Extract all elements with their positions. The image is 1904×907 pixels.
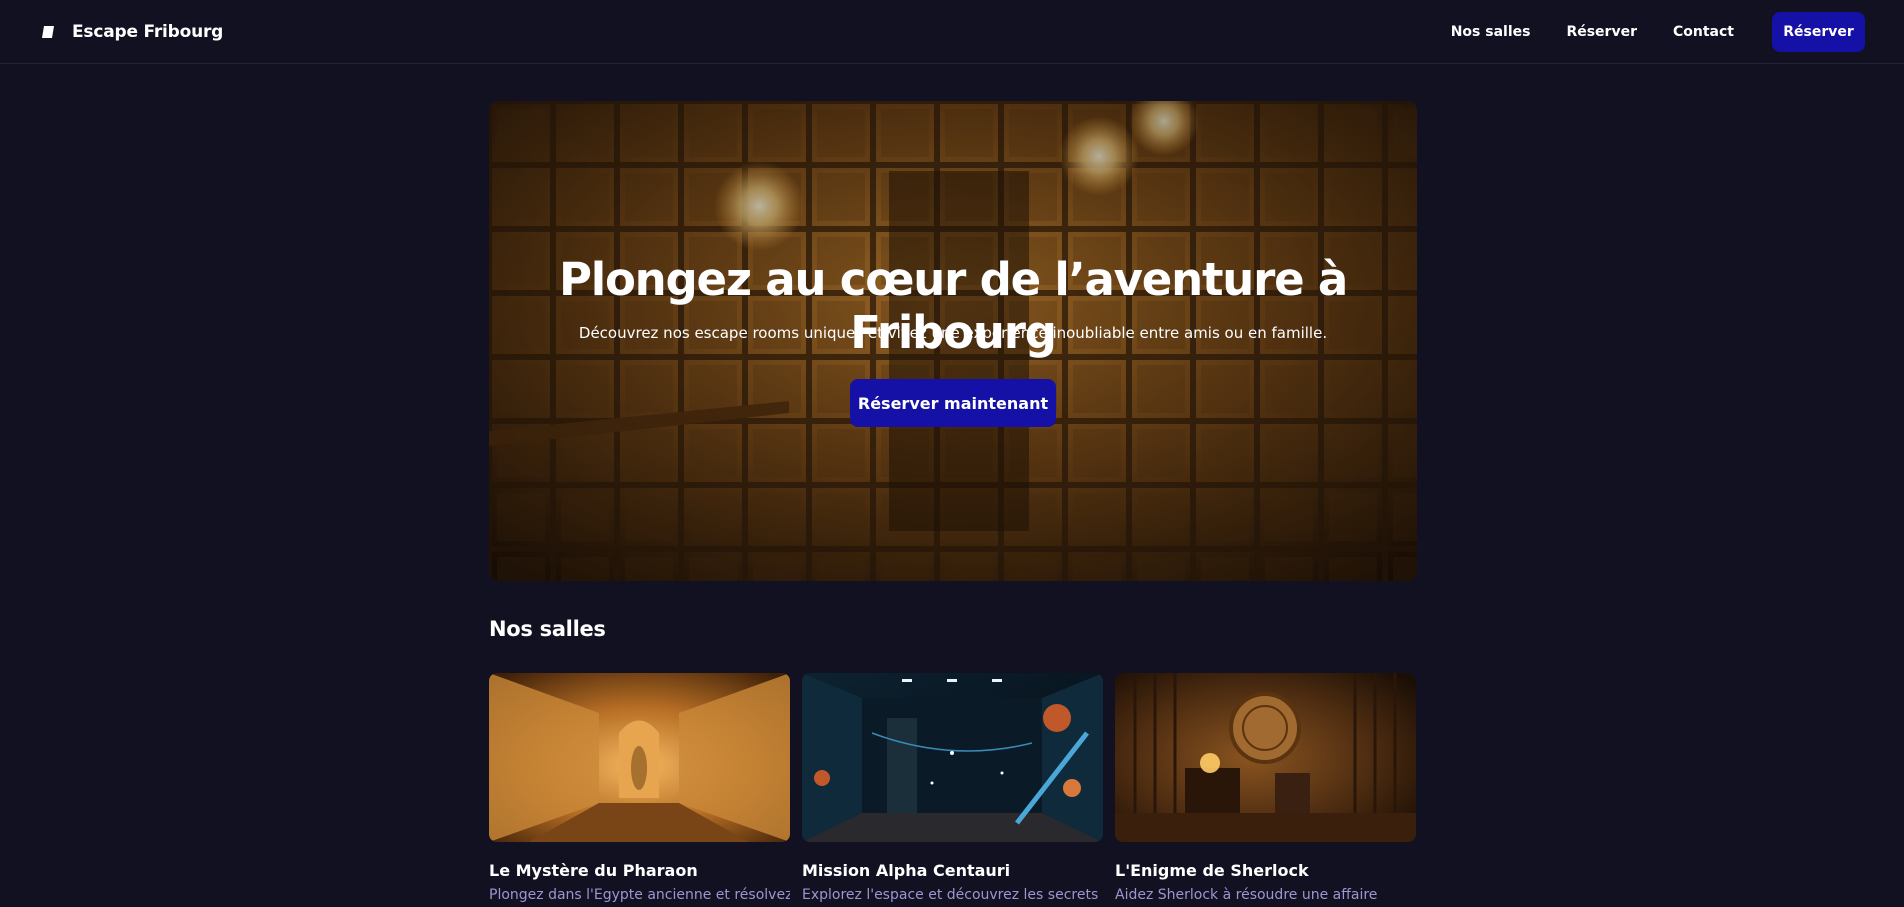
- room-title: Le Mystère du Pharaon: [489, 861, 698, 880]
- main-nav: Nos salles Réserver Contact Réserver: [1415, 11, 1865, 52]
- room-card-sherlock[interactable]: L'Enigme de Sherlock Aidez Sherlock à ré…: [1115, 673, 1416, 903]
- room-description: Plongez dans l'Egypte ancienne et résolv…: [489, 887, 790, 903]
- nav-link-nos-salles[interactable]: Nos salles: [1451, 24, 1531, 40]
- room-description: Aidez Sherlock à résoudre une affaire: [1115, 887, 1378, 903]
- nav-link-contact[interactable]: Contact: [1673, 24, 1734, 40]
- room-card-pharaon[interactable]: Le Mystère du Pharaon Plongez dans l'Egy…: [489, 673, 790, 903]
- room-image-alpha-centauri: [802, 673, 1103, 842]
- hero-title: Plongez au cœur de l’aventure à Fribourg: [558, 253, 1348, 359]
- brand-logo-icon: [42, 25, 54, 38]
- nav-link-reserver[interactable]: Réserver: [1566, 24, 1637, 40]
- room-image-sherlock: [1115, 673, 1416, 842]
- site-header: Escape Fribourg Nos salles Réserver Cont…: [0, 0, 1904, 64]
- brand-name: Escape Fribourg: [72, 21, 224, 42]
- room-title: Mission Alpha Centauri: [802, 861, 1011, 880]
- hero-subtitle: Découvrez nos escape rooms uniques et vi…: [578, 324, 1328, 342]
- hero-banner: Plongez au cœur de l’aventure à Fribourg…: [489, 101, 1417, 581]
- room-card-alpha-centauri[interactable]: Mission Alpha Centauri Explorez l'espace…: [802, 673, 1103, 903]
- room-description: Explorez l'espace et découvrez les secre…: [802, 887, 1099, 903]
- rooms-section-title: Nos salles: [489, 617, 606, 641]
- room-image-pharaon: [489, 673, 790, 842]
- room-title: L'Enigme de Sherlock: [1115, 861, 1309, 880]
- reserve-now-button[interactable]: Réserver maintenant: [850, 379, 1056, 427]
- header-reserve-button[interactable]: Réserver: [1772, 11, 1865, 52]
- brand[interactable]: Escape Fribourg: [40, 22, 223, 42]
